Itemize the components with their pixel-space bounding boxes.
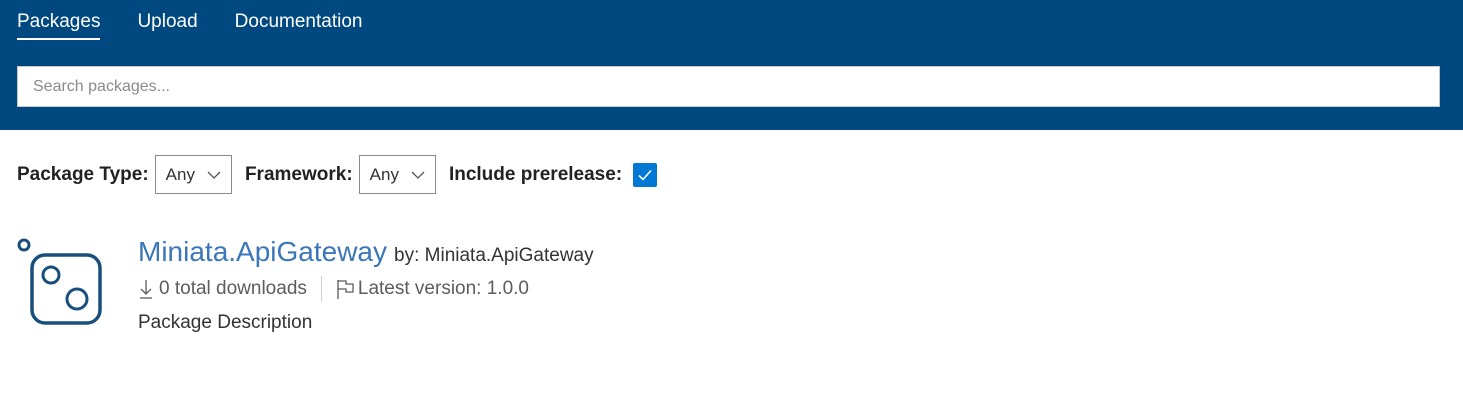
version-info: Latest version: 1.0.0 xyxy=(336,278,529,300)
prerelease-checkbox[interactable] xyxy=(633,162,658,187)
chevron-down-icon xyxy=(207,171,221,179)
framework-value: Any xyxy=(369,164,399,184)
package-description: Package Description xyxy=(138,312,313,333)
prerelease-label: Include prerelease: xyxy=(448,163,623,185)
package-type-select[interactable]: Any xyxy=(154,155,232,194)
downloads-info: 0 total downloads xyxy=(138,278,307,300)
package-author: by: Miniata.ApiGateway xyxy=(394,245,594,266)
nav-upload[interactable]: Upload xyxy=(137,9,197,39)
main-nav: Packages Upload Documentation xyxy=(17,9,399,40)
download-icon xyxy=(140,280,152,299)
meta-divider xyxy=(320,276,322,302)
package-name-link[interactable]: Miniata.ApiGateway xyxy=(138,236,387,268)
package-default-icon xyxy=(17,238,102,325)
downloads-text: 0 total downloads xyxy=(159,278,307,299)
package-type-value: Any xyxy=(165,164,195,184)
chevron-down-icon xyxy=(411,171,425,179)
framework-select[interactable]: Any xyxy=(358,155,436,194)
filter-bar: Package Type: Any Framework: Any Include… xyxy=(17,154,658,195)
package-type-label: Package Type: xyxy=(17,163,149,185)
framework-label: Framework: xyxy=(244,163,353,185)
package-item: Miniata.ApiGateway by: Miniata.ApiGatewa… xyxy=(138,236,594,334)
latest-version-text: Latest version: 1.0.0 xyxy=(357,278,529,299)
header-bar: Packages Upload Documentation xyxy=(0,0,1463,130)
nav-packages[interactable]: Packages xyxy=(17,9,101,40)
nav-documentation[interactable]: Documentation xyxy=(235,9,363,39)
checkmark-icon xyxy=(638,169,652,181)
search-input[interactable] xyxy=(17,66,1440,107)
flag-icon xyxy=(337,280,354,299)
